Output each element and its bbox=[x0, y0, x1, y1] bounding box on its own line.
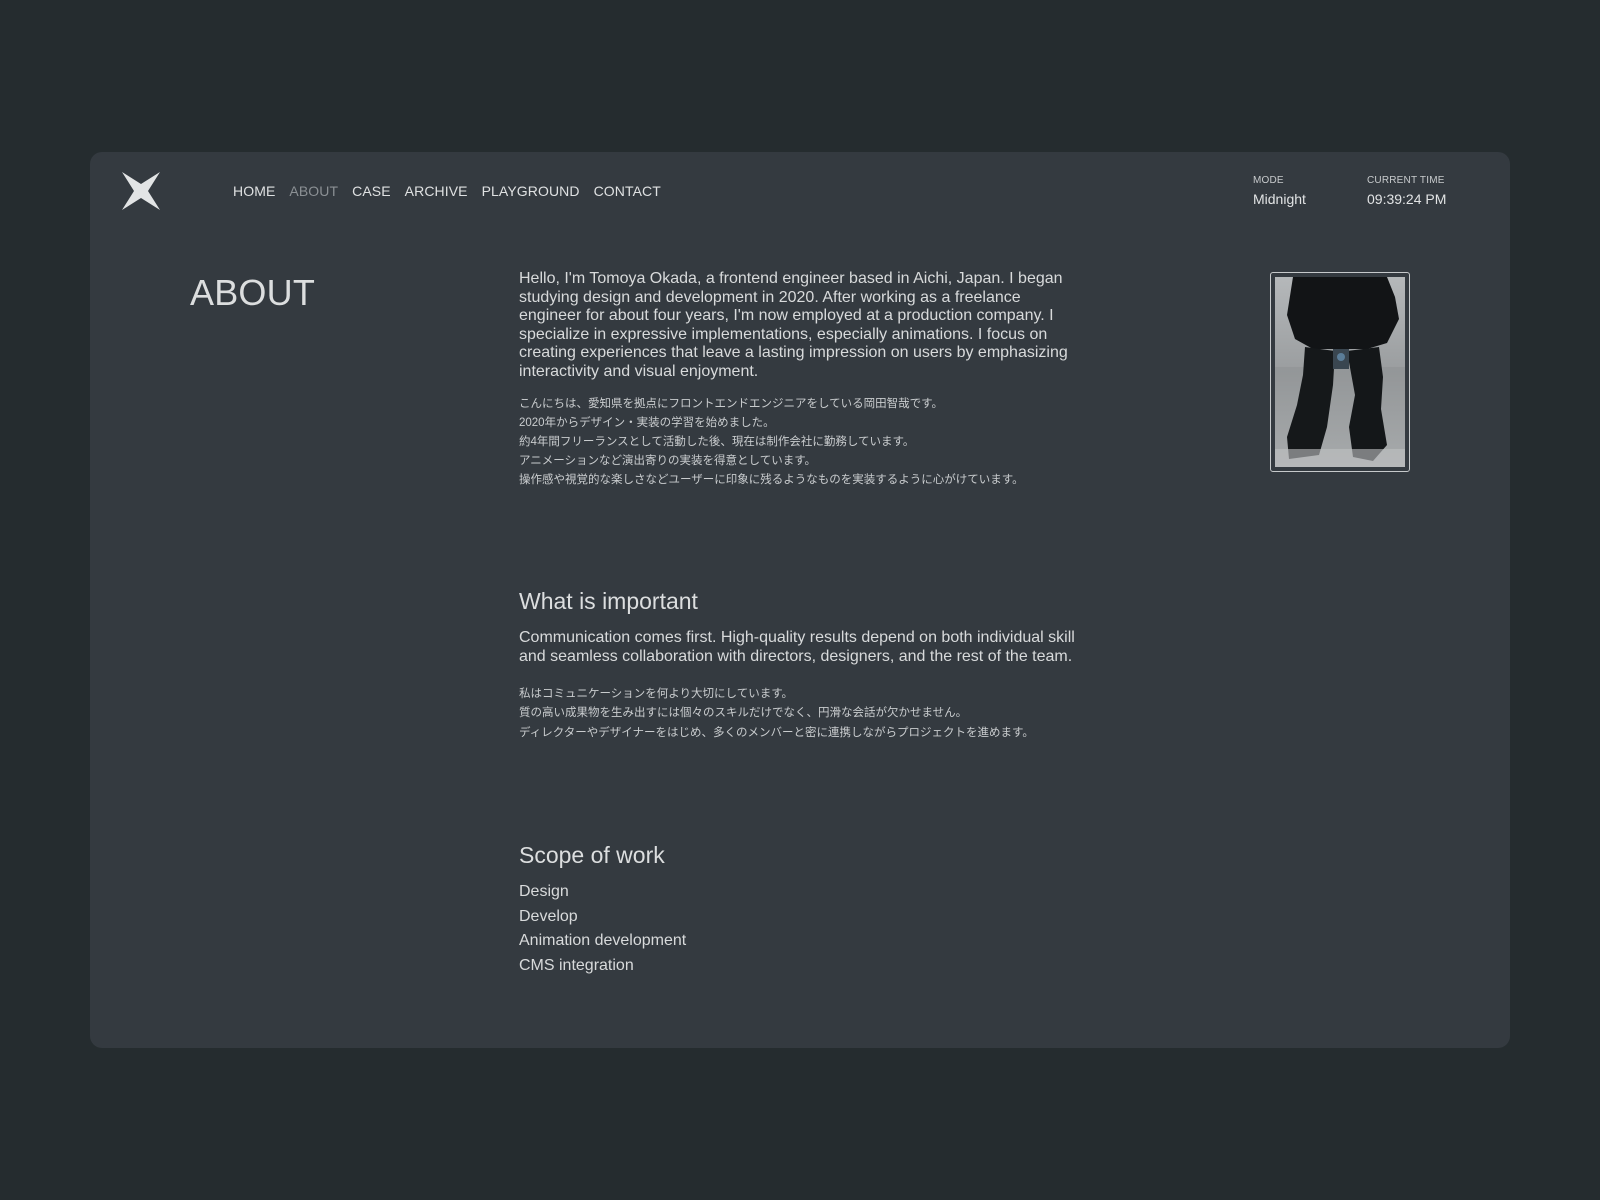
important-section: What is important Communication comes fi… bbox=[519, 590, 1079, 743]
scope-item: CMS integration bbox=[519, 956, 634, 974]
important-ja-line: ディレクターやデザイナーをはじめ、多くのメンバーと密に連携しながらプロジェクトを… bbox=[519, 726, 1034, 739]
important-text-en: Communication comes first. High-quality … bbox=[519, 629, 1075, 665]
intro-ja-line: 2020年からデザイン・実装の学習を始めました。 bbox=[519, 416, 775, 429]
important-ja-line: 質の高い成果物を生み出すには個々のスキルだけでなく、円滑な会話が欠かせません。 bbox=[519, 707, 968, 720]
nav-home[interactable]: HOME bbox=[233, 184, 275, 198]
current-time-label: CURRENT TIME bbox=[1367, 175, 1445, 186]
main-nav: HOME ABOUT CASE ARCHIVE PLAYGROUND CONTA… bbox=[233, 184, 661, 198]
intro-section: Hello, I'm Tomoya Okada, a frontend engi… bbox=[519, 270, 1079, 491]
intro-ja-line: こんにちは、愛知県を拠点にフロントエンドエンジニアをしている岡田智哉です。 bbox=[519, 397, 944, 410]
intro-text-en: Hello, I'm Tomoya Okada, a frontend engi… bbox=[519, 270, 1068, 380]
nav-archive[interactable]: ARCHIVE bbox=[405, 184, 468, 198]
important-heading: What is important bbox=[519, 588, 698, 614]
nav-contact[interactable]: CONTACT bbox=[594, 184, 661, 198]
intro-text-ja: こんにちは、愛知県を拠点にフロントエンドエンジニアをしている岡田智哉です。 20… bbox=[519, 395, 1079, 491]
scope-item: Design bbox=[519, 883, 569, 900]
scope-heading: Scope of work bbox=[519, 842, 665, 868]
nav-case[interactable]: CASE bbox=[352, 184, 391, 198]
scope-list: Design Develop Animation development CMS… bbox=[519, 880, 1079, 978]
four-point-star-icon[interactable] bbox=[121, 171, 161, 211]
intro-ja-line: アニメーションなど演出寄りの実装を得意としています。 bbox=[519, 455, 817, 468]
mode-indicator[interactable]: MODE Midnight bbox=[1253, 175, 1306, 207]
scope-item: Animation development bbox=[519, 932, 687, 949]
main-card: HOME ABOUT CASE ARCHIVE PLAYGROUND CONTA… bbox=[90, 152, 1510, 1048]
portrait-image bbox=[1275, 277, 1405, 467]
nav-playground[interactable]: PLAYGROUND bbox=[482, 184, 580, 198]
scope-item: Develop bbox=[519, 907, 578, 925]
portrait-photo bbox=[1270, 272, 1410, 472]
important-ja-line: 私はコミュニケーションを何より大切にしています。 bbox=[519, 688, 794, 701]
current-time: CURRENT TIME 09:39:24 PM bbox=[1367, 175, 1447, 207]
intro-ja-line: 約4年間フリーランスとして活動した後、現在は制作会社に勤務しています。 bbox=[519, 435, 915, 448]
mode-label: MODE bbox=[1253, 175, 1284, 186]
nav-about[interactable]: ABOUT bbox=[289, 184, 338, 198]
intro-ja-line: 操作感や視覚的な楽しさなどユーザーに印象に残るようなものを実装するように心がけて… bbox=[519, 474, 1024, 487]
important-text-ja: 私はコミュニケーションを何より大切にしています。 質の高い成果物を生み出すには個… bbox=[519, 685, 1079, 743]
mode-value[interactable]: Midnight bbox=[1253, 192, 1306, 206]
current-time-value: 09:39:24 PM bbox=[1367, 191, 1447, 207]
scope-section: Scope of work Design Develop Animation d… bbox=[519, 844, 1079, 978]
page-title: ABOUT bbox=[190, 272, 316, 313]
